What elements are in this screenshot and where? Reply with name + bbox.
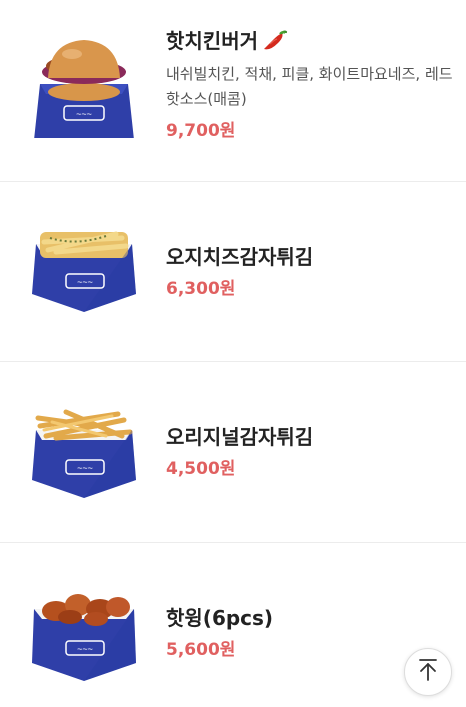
arrow-up-to-top-icon [417,658,439,686]
hot-wings-box-image: ~~~ [26,581,142,697]
menu-item-name: 핫윙(6pcs) [166,606,274,630]
menu-item-price: 6,300원 [166,279,236,299]
menu-item-name: 핫치킨버거 [166,28,456,54]
menu-item-info: 오지치즈감자튀김 6,300원 [166,244,456,300]
menu-item-info: 오리지널감자튀김 4,500원 [166,424,456,480]
burger-box-image: ~~~ [26,22,142,138]
menu-item-cheese-fries[interactable]: ~~~ 오지치즈감자튀김 6,300원 [0,182,466,362]
svg-text:~~~: ~~~ [76,109,92,119]
svg-text:~~~: ~~~ [77,277,93,287]
menu-item-description: 내쉬빌치킨, 적채, 피클, 화이트마요네즈, 레드핫소스(매콤) [166,65,453,108]
fries-box-image: ~~~ [26,396,142,512]
cheese-fries-box-image: ~~~ [26,212,142,328]
svg-text:~~~: ~~~ [77,463,93,473]
menu-item-original-fries[interactable]: ~~~ 오리지널감자튀김 4,500원 [0,362,466,542]
menu-item-hot-chicken-burger[interactable]: ~~~ 핫치킨버거 내쉬빌치킨, 적채, 피클, 화이트마요네즈, 레드핫소스(… [0,0,466,181]
menu-item-name: 오리지널감자튀김 [166,425,314,449]
menu-item-name-text: 핫치킨버거 [166,29,258,53]
menu-item-name: 오지치즈감자튀김 [166,245,314,269]
svg-text:~~~: ~~~ [77,644,93,654]
menu-item-hot-wings[interactable]: ~~~ 핫윙(6pcs) 5,600원 [0,543,466,707]
chili-pepper-icon [260,29,288,53]
menu-item-info: 핫치킨버거 내쉬빌치킨, 적채, 피클, 화이트마요네즈, 레드핫소스(매콤) … [166,28,456,142]
menu-item-price: 9,700원 [166,121,236,141]
scroll-to-top-button[interactable] [404,648,452,696]
menu-item-price: 4,500원 [166,459,236,479]
